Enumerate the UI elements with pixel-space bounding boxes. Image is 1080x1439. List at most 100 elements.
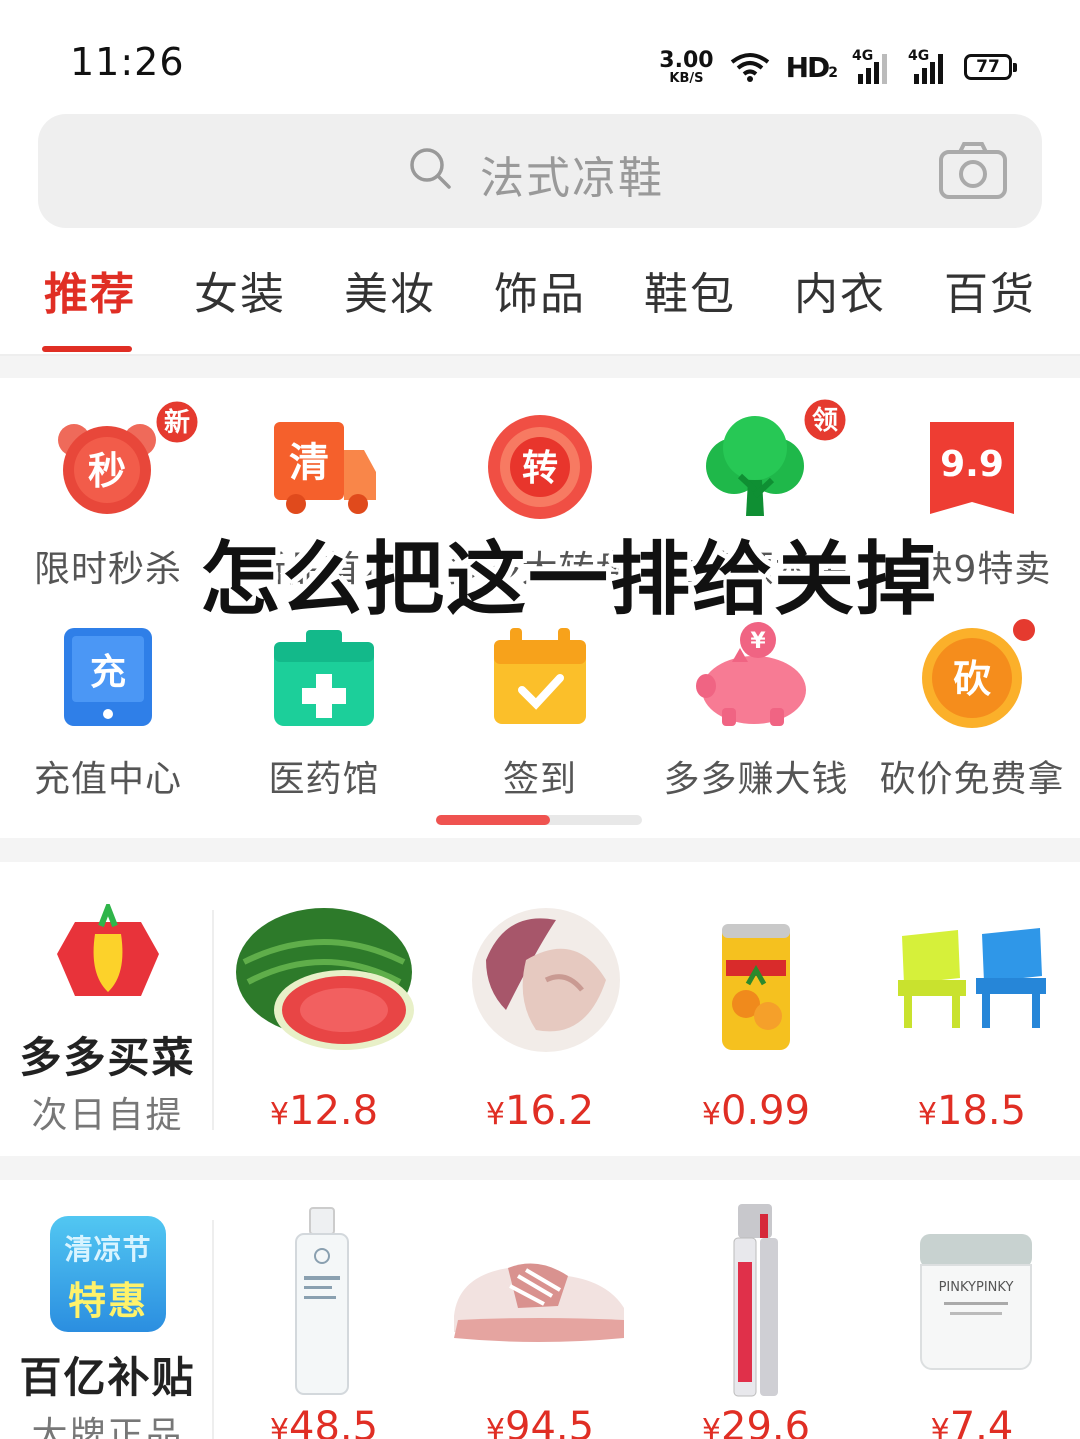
svg-text:砍: 砍 [953,657,991,701]
grid-label: 医药馆 [268,759,380,800]
grid-label: 签到 [502,759,577,800]
new-badge-icon: 新 [153,398,201,446]
subsidy-entry[interactable]: 清凉节 特惠 百亿补贴 大牌正品 [0,1200,215,1439]
tab-recommend[interactable]: 推荐 [44,258,136,322]
price-label: ¥0.99 [648,1088,864,1134]
jar-label-line [944,1302,1008,1305]
toner-bottle-image[interactable] [292,1206,352,1396]
currency-symbol: ¥ [269,1413,290,1439]
grid-item-check-in[interactable]: 签到 [432,620,648,810]
tab-general[interactable]: 百货 [944,258,1036,322]
currency-symbol: ¥ [930,1413,950,1439]
tab-women[interactable]: 女装 [194,258,286,322]
hd-sub: 2 [828,64,838,81]
check-in-calendar-icon [494,628,586,724]
net-speed: 3.00 KB/S [659,49,713,86]
signal-icon-1: 4G [852,48,892,84]
section-gap [0,1156,1080,1180]
grocery-subtitle: 次日自提 [31,1095,184,1136]
grid-scroll-thumb [436,815,550,825]
recharge-phone-icon: 充 [64,628,152,726]
hd-label: HD [785,50,831,84]
svg-text:¥: ¥ [750,629,766,654]
jar-label-line [950,1312,1002,1315]
wifi-icon [730,53,769,82]
currency-symbol: ¥ [485,1097,506,1132]
search-icon [410,148,451,189]
grid-label: 砍价免费拿 [879,759,1065,800]
watermelon-image[interactable] [234,902,414,1052]
search-input[interactable]: 法式凉鞋 [480,142,664,206]
battery-level: 77 [976,57,1000,77]
tab-underwear[interactable]: 内衣 [794,258,886,322]
lip-gloss-image[interactable] [730,1202,782,1398]
fruit-tree-icon [706,416,804,516]
tab-shoes-bags[interactable]: 鞋包 [644,258,736,322]
svg-text:充: 充 [90,652,126,693]
row-separator [212,1220,214,1439]
price-label: ¥7.4 [864,1404,1080,1439]
net-speed-unit: KB/S [669,70,704,86]
badge-top-text: 清凉节 [64,1233,152,1266]
signal-label-1: 4G [852,48,874,64]
seckill-alarm-icon: 秒 [58,424,156,514]
svg-text:秒: 秒 [88,449,126,493]
svg-text:领: 领 [812,405,838,436]
tab-accessories[interactable]: 饰品 [494,258,586,322]
pink-sneaker-image[interactable] [448,1246,630,1350]
status-bar: 11:26 3.00 KB/S HD2 4G 4G 77 [0,0,1080,110]
grid-label: 限时秒杀 [33,549,182,590]
grocery-carrot-icon [57,904,159,996]
camera-icon[interactable] [938,140,1008,200]
grid-item-recharge[interactable]: 充 充值中心 [0,620,216,810]
tab-beauty[interactable]: 美妆 [344,258,436,322]
price-value: 16.2 [505,1088,595,1134]
active-tab-indicator [42,346,132,352]
grid-item-bargain[interactable]: 砍 砍价免费拿 [864,616,1080,810]
currency-symbol: ¥ [269,1097,290,1132]
price-label: ¥48.5 [216,1404,432,1439]
svg-text:清: 清 [289,440,329,486]
grid-label: 多多赚大钱 [663,759,849,800]
section-gap [0,838,1080,862]
summer-sale-badge: 清凉节 特惠 [50,1216,166,1332]
lucky-wheel-icon: 转 [488,415,592,519]
subsidy-title: 百亿补贴 [19,1353,196,1402]
svg-text:9.9: 9.9 [940,444,1004,485]
soda-can-image[interactable] [718,920,794,1054]
grid-item-earn-money[interactable]: ¥ 多多赚大钱 [648,620,864,810]
piggy-bank-icon: ¥ [696,622,806,726]
svg-text:新: 新 [164,407,190,438]
grid-item-seckill[interactable]: 秒 新 限时秒杀 [0,390,216,600]
pork-tripe-image[interactable] [466,900,626,1060]
price-value: 12.8 [289,1088,379,1134]
grocery-entry[interactable]: 多多买菜 次日自提 [0,880,215,1150]
signal-label-2: 4G [908,48,930,64]
row-separator [212,910,214,1130]
jar-brand-text: PINKYPINKY [938,1280,1014,1295]
svg-text:转: 转 [522,448,558,489]
category-tabs: 推荐 女装 美妆 饰品 鞋包 内衣 百货 [0,258,1080,354]
price-label: ¥12.8 [216,1088,432,1134]
price-value: 18.5 [937,1088,1027,1134]
claim-badge-icon: 领 [801,396,849,444]
badge-bottom-text: 特惠 [67,1279,148,1323]
signal-icon-2: 4G [908,48,948,84]
price-value: 0.99 [721,1088,811,1134]
grid-label: 充值中心 [33,759,182,800]
status-icons: 3.00 KB/S HD2 4G 4G 77 [659,44,1017,90]
nine-nine-sale-icon: 9.9 [930,422,1014,514]
price-value: 29.6 [721,1404,811,1439]
status-time: 11:26 [70,40,185,84]
price-label: ¥18.5 [864,1088,1080,1134]
section-gap [0,356,1080,378]
plastic-chairs-image[interactable] [894,922,1050,1032]
overlay-caption: 怎么把这一排给关掉 [200,533,938,626]
bargain-icon: 砍 [922,628,1022,728]
price-label: ¥29.6 [648,1404,864,1439]
mask-jar-image[interactable]: PINKYPINKY [920,1234,1032,1370]
grid-item-pharmacy[interactable]: 医药馆 [216,620,432,810]
currency-symbol: ¥ [917,1097,938,1132]
battery-icon: 77 [964,54,1017,80]
currency-symbol: ¥ [485,1413,506,1439]
